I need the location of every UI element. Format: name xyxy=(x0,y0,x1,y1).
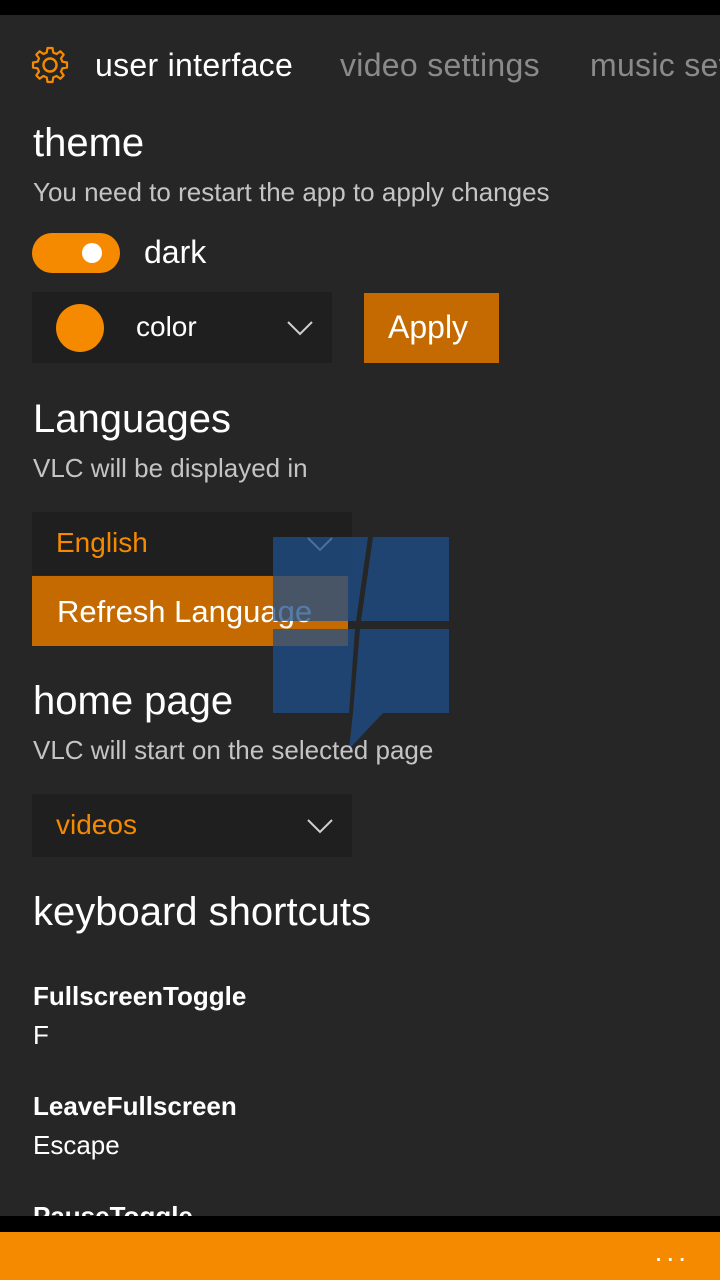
tab-user-interface[interactable]: user interface xyxy=(95,47,293,84)
pivot-header: user interface video settings music sett… xyxy=(0,45,720,85)
shortcut-key: Escape xyxy=(33,1130,120,1160)
home-page-select-value: videos xyxy=(56,809,137,840)
apply-button-label: Apply xyxy=(388,309,469,345)
shortcut-name[interactable]: FullscreenToggle xyxy=(33,981,246,1012)
dark-theme-toggle[interactable] xyxy=(32,233,120,273)
watermark-logo-icon xyxy=(273,537,449,749)
color-swatch xyxy=(56,304,104,352)
language-select-value: English xyxy=(56,527,148,558)
home-page-subtitle: VLC will start on the selected page xyxy=(33,735,434,765)
languages-heading: Languages xyxy=(33,397,231,441)
more-options-button[interactable]: ... xyxy=(655,1236,690,1268)
languages-subtitle: VLC will be displayed in xyxy=(33,453,308,483)
theme-subtitle: You need to restart the app to apply cha… xyxy=(33,177,550,207)
keyboard-shortcuts-heading: keyboard shortcuts xyxy=(33,890,371,934)
toggle-knob xyxy=(82,243,102,263)
apply-button[interactable]: Apply xyxy=(364,293,499,363)
home-page-select[interactable]: videos xyxy=(32,794,352,857)
shortcut-key: F xyxy=(33,1020,49,1050)
chevron-down-icon xyxy=(287,321,313,336)
settings-page: user interface video settings music sett… xyxy=(0,15,720,1216)
shortcut-name[interactable]: LeaveFullscreen xyxy=(33,1091,237,1122)
tab-music-settings[interactable]: music settings xyxy=(590,47,720,84)
app-bar: ... xyxy=(0,1232,720,1280)
home-page-heading: home page xyxy=(33,679,234,723)
chevron-down-icon xyxy=(307,819,333,834)
tab-video-settings[interactable]: video settings xyxy=(340,47,540,84)
dark-toggle-label: dark xyxy=(144,234,207,270)
color-select-value: color xyxy=(136,311,197,342)
gear-icon[interactable] xyxy=(30,45,70,85)
color-select[interactable]: color xyxy=(32,292,332,363)
theme-heading: theme xyxy=(33,121,145,165)
shortcut-name[interactable]: PauseToggle xyxy=(33,1201,193,1216)
